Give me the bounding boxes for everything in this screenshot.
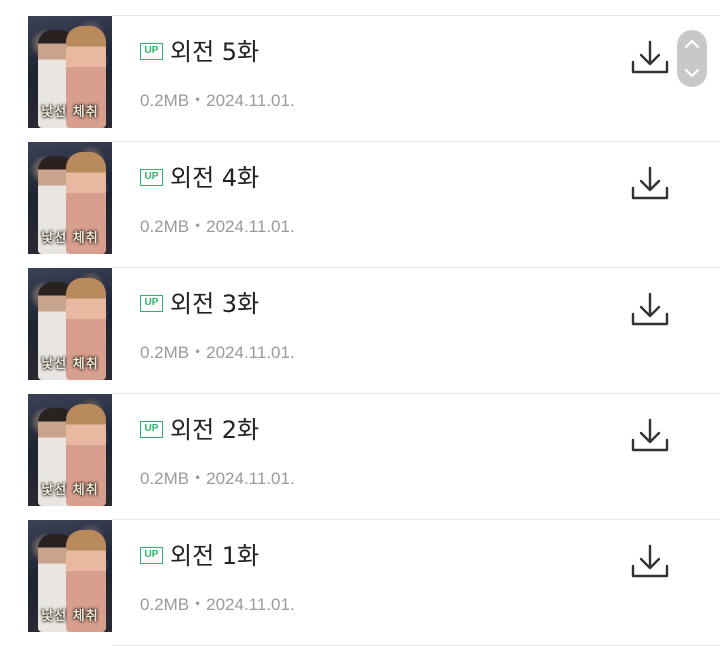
episode-meta: 0.2MB・2024.11.01. [140,595,295,614]
episode-row[interactable]: 낯선 체취 UP 외전 4화 0.2MB・2024.11.01. [0,142,720,268]
episode-meta: 0.2MB・2024.11.01. [140,469,295,488]
up-badge: UP [140,421,163,438]
download-icon[interactable] [630,38,670,76]
chevron-up-icon [685,40,699,48]
up-badge: UP [140,295,163,312]
download-icon[interactable] [630,542,670,580]
episode-meta: 0.2MB・2024.11.01. [140,217,295,236]
episode-title: 외전 4화 [170,164,260,192]
episode-title: 외전 1화 [170,542,260,570]
cover-title: 낯선 체취 [41,609,99,624]
episode-title: 외전 2화 [170,416,260,444]
episode-meta: 0.2MB・2024.11.01. [140,343,295,362]
scroll-arrows [685,40,699,77]
download-icon[interactable] [630,164,670,202]
episode-row[interactable]: 낯선 체취 UP 외전 1화 0.2MB・2024.11.01. [0,520,720,646]
cover-title: 낯선 체취 [41,357,99,372]
episode-row[interactable]: 낯선 체취 UP 외전 2화 0.2MB・2024.11.01. [0,394,720,520]
up-badge: UP [140,169,163,186]
cover-thumbnail: 낯선 체취 [28,142,112,254]
up-badge: UP [140,547,163,564]
cover-title: 낯선 체취 [41,105,99,120]
up-badge: UP [140,43,163,60]
chevron-down-icon [685,69,699,77]
download-icon[interactable] [630,290,670,328]
episode-title: 외전 3화 [170,290,260,318]
cover-thumbnail: 낯선 체취 [28,268,112,380]
cover-thumbnail: 낯선 체취 [28,520,112,632]
episode-row[interactable]: 낯선 체취 UP 외전 5화 0.2MB・2024.11.01. [0,16,720,142]
cover-title: 낯선 체취 [41,231,99,246]
episode-meta: 0.2MB・2024.11.01. [140,91,295,110]
scrollbar-thumb[interactable] [677,30,707,87]
episode-list: 낯선 체취 UP 외전 5화 0.2MB・2024.11.01. 낯선 체취 U… [0,16,720,646]
episode-title: 외전 5화 [170,38,260,66]
cover-thumbnail: 낯선 체취 [28,394,112,506]
cover-thumbnail: 낯선 체취 [28,16,112,128]
download-icon[interactable] [630,416,670,454]
cover-title: 낯선 체취 [41,483,99,498]
episode-row[interactable]: 낯선 체취 UP 외전 3화 0.2MB・2024.11.01. [0,268,720,394]
